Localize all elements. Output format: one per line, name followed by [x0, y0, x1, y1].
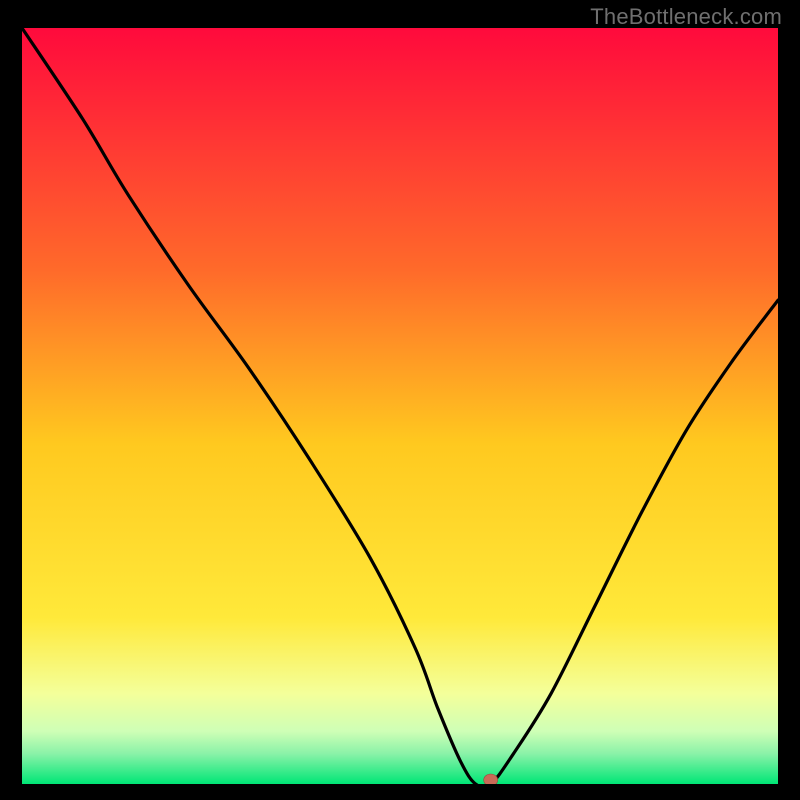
- gradient-background: [22, 28, 778, 784]
- plot-area: [22, 28, 778, 784]
- optimal-point-marker: [484, 774, 498, 784]
- chart-frame: TheBottleneck.com: [0, 0, 800, 800]
- watermark-text: TheBottleneck.com: [590, 4, 782, 30]
- plot-svg: [22, 28, 778, 784]
